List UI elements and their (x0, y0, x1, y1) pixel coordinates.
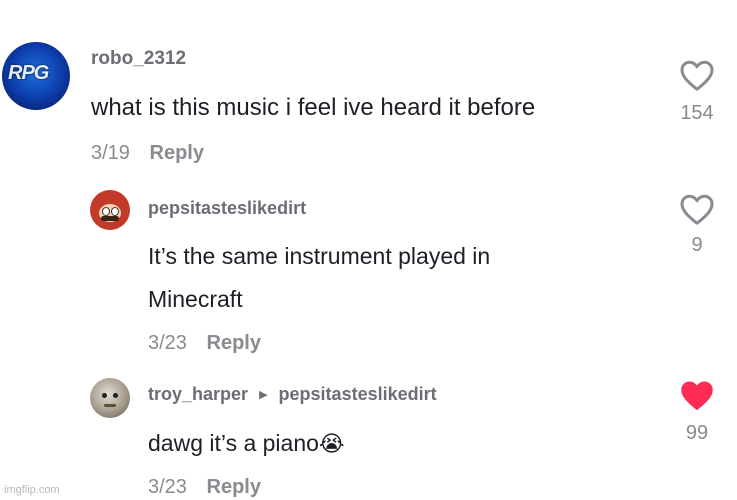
comment-text: dawg it’s a piano (148, 430, 319, 456)
avatar-eye (102, 393, 107, 398)
comment-text: what is this music i feel ive heard it b… (91, 94, 536, 121)
watermark: imgflip.com (4, 484, 60, 496)
reply-arrow-icon: ▶ (259, 389, 268, 401)
comment-text-line: Minecraft (148, 286, 243, 312)
like-count: 154 (680, 102, 714, 124)
comment-meta: 3/23 Reply (148, 476, 261, 499)
avatar-mouth (104, 404, 116, 407)
comment-username[interactable]: robo_2312 (91, 48, 186, 70)
avatar[interactable] (90, 378, 130, 418)
reply-to-username[interactable]: pepsitasteslikedirt (279, 384, 437, 404)
avatar-eye (111, 207, 119, 216)
heart-outline-icon (680, 60, 714, 91)
crying-emoji-icon: 😭 (318, 431, 345, 456)
comment-meta: 3/23 Reply (148, 332, 261, 355)
like-count: 99 (685, 422, 709, 444)
comment-username[interactable]: pepsitasteslikedirt (148, 198, 306, 219)
avatar-logo-text: RPG (8, 62, 49, 84)
reply-header: troy_harper ▶ pepsitasteslikedirt (148, 384, 437, 405)
comment-text-line: It’s the same instrument played in (148, 243, 491, 269)
comment-date: 3/19 (91, 142, 130, 164)
avatar[interactable] (90, 190, 130, 230)
reply-button[interactable]: Reply (207, 332, 261, 354)
avatar[interactable]: RPG (2, 42, 70, 110)
comment-date: 3/23 (148, 476, 187, 498)
reply-button[interactable]: Reply (207, 476, 261, 498)
like-button[interactable] (679, 58, 715, 92)
reply-button[interactable]: Reply (150, 142, 204, 164)
avatar-eye (102, 207, 110, 216)
comment-date: 3/23 (148, 332, 187, 354)
comment-text-wrap: dawg it’s a piano😭 (148, 430, 345, 457)
like-button[interactable] (679, 378, 715, 412)
comment-username[interactable]: troy_harper (148, 384, 248, 404)
heart-filled-icon (681, 381, 713, 410)
avatar-mustache (101, 216, 119, 221)
heart-outline-icon (680, 194, 714, 225)
comment-meta: 3/19 Reply (91, 142, 204, 165)
avatar-eye (113, 393, 118, 398)
like-count: 9 (691, 234, 703, 256)
like-button[interactable] (679, 192, 715, 226)
